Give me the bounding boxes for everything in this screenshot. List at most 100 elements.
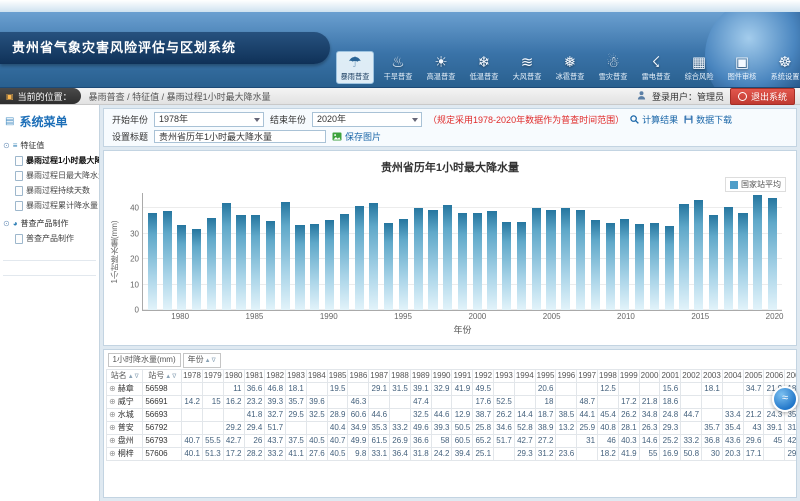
- sidebar-item[interactable]: 普查产品制作: [3, 231, 96, 246]
- bar-1978[interactable]: [148, 213, 157, 310]
- bar-2019[interactable]: [753, 195, 762, 310]
- year-header-2003[interactable]: 2003: [702, 369, 723, 382]
- bar-1979[interactable]: [163, 211, 172, 310]
- bar-1993[interactable]: [369, 203, 378, 310]
- year-header-1993[interactable]: 1993: [494, 369, 515, 382]
- bar-1981[interactable]: [192, 229, 201, 310]
- bar-1997[interactable]: [428, 210, 437, 310]
- year-header-1986[interactable]: 1986: [348, 369, 369, 382]
- bar-2015[interactable]: [694, 200, 703, 310]
- year-header-2006[interactable]: 2006: [764, 369, 785, 382]
- bar-1995[interactable]: [399, 219, 408, 310]
- year-header-1982[interactable]: 1982: [265, 369, 286, 382]
- nav-item-high-temp-survey[interactable]: ☀高温普查: [422, 51, 460, 84]
- expand-row-icon[interactable]: ⊕: [109, 384, 116, 393]
- bar-1991[interactable]: [340, 214, 349, 310]
- year-header-1981[interactable]: 1981: [244, 369, 265, 382]
- bar-2001[interactable]: [487, 211, 496, 310]
- nav-item-low-temp-survey[interactable]: ❄低温普查: [465, 51, 503, 84]
- bar-2011[interactable]: [635, 224, 644, 310]
- year-header-1991[interactable]: 1991: [452, 369, 473, 382]
- bar-2020[interactable]: [768, 198, 777, 310]
- year-header-1989[interactable]: 1989: [410, 369, 431, 382]
- bar-1998[interactable]: [443, 205, 452, 310]
- expand-row-icon[interactable]: ⊕: [109, 436, 116, 445]
- nav-item-hail-survey[interactable]: ❅冰雹普查: [551, 51, 589, 84]
- bar-2013[interactable]: [665, 226, 674, 310]
- year-header-2007[interactable]: 2007: [785, 369, 797, 382]
- sidebar-group[interactable]: ⊙◕普查产品制作: [3, 218, 96, 229]
- year-header-1978[interactable]: 1978: [182, 369, 203, 382]
- bar-1982[interactable]: [207, 218, 216, 310]
- tree-toggle-icon[interactable]: ⊙: [3, 219, 10, 228]
- start-year-select[interactable]: 1978年: [154, 112, 264, 127]
- tree-toggle-icon[interactable]: ⊙: [3, 141, 10, 150]
- year-header-1999[interactable]: 1999: [618, 369, 639, 382]
- year-header-1985[interactable]: 1985: [327, 369, 348, 382]
- end-year-select[interactable]: 2020年: [312, 112, 422, 127]
- station-name-header[interactable]: 站名▲∇: [107, 369, 143, 382]
- bar-1990[interactable]: [325, 220, 334, 310]
- year-header-1983[interactable]: 1983: [286, 369, 307, 382]
- bar-2005[interactable]: [546, 210, 555, 310]
- year-header-2001[interactable]: 2001: [660, 369, 681, 382]
- year-header-1995[interactable]: 1995: [535, 369, 556, 382]
- year-header-1992[interactable]: 1992: [473, 369, 494, 382]
- nav-item-lightning-survey[interactable]: ☇雷电普查: [637, 51, 675, 84]
- sidebar-group[interactable]: ⊙≡特征值: [3, 140, 96, 151]
- bar-1983[interactable]: [222, 203, 231, 310]
- year-header-2002[interactable]: 2002: [681, 369, 702, 382]
- calculate-button[interactable]: 计算结果: [630, 113, 678, 126]
- bar-1992[interactable]: [355, 206, 364, 310]
- year-header-1988[interactable]: 1988: [390, 369, 411, 382]
- year-header-1996[interactable]: 1996: [556, 369, 577, 382]
- nav-item-drought-survey[interactable]: ♨干旱普查: [379, 51, 417, 84]
- bar-2016[interactable]: [709, 215, 718, 310]
- bar-2002[interactable]: [502, 222, 511, 311]
- bar-2000[interactable]: [473, 213, 482, 310]
- save-image-button[interactable]: 保存图片: [332, 130, 381, 143]
- bar-2009[interactable]: [606, 223, 615, 310]
- floating-assistant-icon[interactable]: ≈: [772, 386, 798, 412]
- station-id-header[interactable]: 站号▲∇: [143, 369, 182, 382]
- year-header-1979[interactable]: 1979: [202, 369, 223, 382]
- year-header-2005[interactable]: 2005: [743, 369, 764, 382]
- sidebar-item[interactable]: 暴雨过程累计降水量: [3, 198, 96, 213]
- bar-2017[interactable]: [724, 207, 733, 310]
- logout-button[interactable]: 退出系统: [730, 88, 795, 105]
- chart-legend[interactable]: 国家站平均: [725, 177, 786, 192]
- filter-icon[interactable]: ∇: [212, 358, 216, 364]
- nav-item-rainstorm-survey[interactable]: ☂暴雨普查: [336, 51, 374, 84]
- bar-1999[interactable]: [458, 213, 467, 310]
- nav-item-snow-survey[interactable]: ☃雪灾普查: [594, 51, 632, 84]
- year-header-1990[interactable]: 1990: [431, 369, 452, 382]
- bar-1988[interactable]: [295, 225, 304, 310]
- sort-asc-icon[interactable]: ▲: [165, 374, 171, 380]
- filter-icon[interactable]: ∇: [135, 374, 139, 380]
- expand-row-icon[interactable]: ⊕: [109, 397, 116, 406]
- year-header-1980[interactable]: 1980: [223, 369, 244, 382]
- year-header-1998[interactable]: 1998: [598, 369, 619, 382]
- bar-1986[interactable]: [266, 221, 275, 310]
- year-header-1997[interactable]: 1997: [577, 369, 598, 382]
- year-header-1984[interactable]: 1984: [306, 369, 327, 382]
- nav-item-comprehensive-risk[interactable]: ▦综合风险: [680, 51, 718, 84]
- sidebar-item[interactable]: 暴雨过程日最大降水量: [3, 168, 96, 183]
- nav-item-wind-survey[interactable]: ≋大风普查: [508, 51, 546, 84]
- bar-1985[interactable]: [251, 215, 260, 310]
- bar-1980[interactable]: [177, 225, 186, 310]
- bar-1987[interactable]: [281, 202, 290, 310]
- bar-2010[interactable]: [620, 219, 629, 310]
- bar-1989[interactable]: [310, 224, 319, 310]
- year-header-2004[interactable]: 2004: [722, 369, 743, 382]
- year-group-label[interactable]: 年份▲∇: [183, 353, 221, 368]
- year-header-1994[interactable]: 1994: [514, 369, 535, 382]
- sort-asc-icon[interactable]: ▲: [205, 358, 211, 364]
- bar-1984[interactable]: [236, 215, 245, 310]
- bar-2007[interactable]: [576, 210, 585, 310]
- filter-icon[interactable]: ∇: [172, 374, 176, 380]
- nav-item-map-review[interactable]: ▣图件审核: [723, 51, 761, 84]
- data-download-button[interactable]: 数据下载: [684, 113, 732, 126]
- bar-2004[interactable]: [532, 208, 541, 311]
- bar-2008[interactable]: [591, 220, 600, 310]
